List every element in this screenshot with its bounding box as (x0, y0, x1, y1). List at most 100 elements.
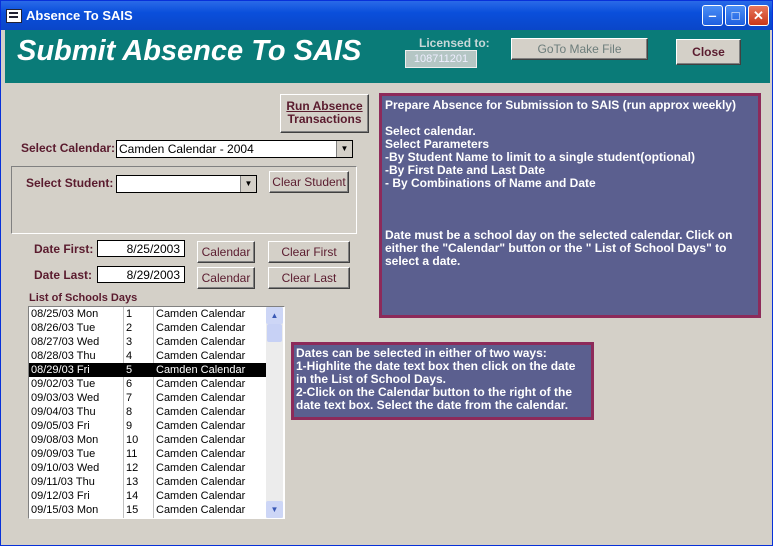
instructions-panel: Prepare Absence for Submission to SAIS (… (379, 93, 761, 318)
school-day-number: 13 (126, 476, 139, 488)
school-day-calendar: Camden Calendar (156, 476, 246, 488)
date-last-field[interactable]: 8/29/2003 (97, 266, 185, 283)
school-day-calendar: Camden Calendar (156, 420, 246, 432)
list-scrollbar[interactable]: ▲ ▼ (266, 307, 283, 518)
student-combo[interactable]: ▼ (116, 175, 257, 193)
list-item[interactable]: 08/25/03 Mon 1 Camden Calendar (29, 307, 267, 321)
list-item[interactable]: 09/09/03 Tue 11 Camden Calendar (29, 447, 267, 461)
list-item[interactable]: 09/15/03 Mon 15 Camden Calendar (29, 503, 267, 517)
list-item[interactable]: 09/03/03 Wed 7 Camden Calendar (29, 391, 267, 405)
clear-first-button[interactable]: Clear First (268, 241, 350, 263)
calendar-combo-value: Camden Calendar - 2004 (119, 142, 254, 156)
school-day-date: 08/28/03 Thu (31, 350, 96, 362)
school-day-number: 15 (126, 504, 139, 516)
school-day-calendar: Camden Calendar (156, 350, 246, 362)
list-item[interactable]: 09/10/03 Wed 12 Camden Calendar (29, 461, 267, 475)
title-bar[interactable]: Absence To SAIS ‒ □ ✕ (1, 1, 772, 30)
school-day-calendar: Camden Calendar (156, 462, 246, 474)
chevron-down-icon[interactable]: ▼ (336, 141, 352, 157)
school-day-number: 12 (126, 462, 139, 474)
form-title: Submit Absence To SAIS (17, 35, 362, 67)
school-day-number: 7 (126, 392, 133, 404)
list-item[interactable]: 08/29/03 Fri 5 Camden Calendar (29, 363, 267, 377)
date-last-calendar-button[interactable]: Calendar (197, 267, 255, 289)
list-item[interactable]: 08/28/03 Thu 4 Camden Calendar (29, 349, 267, 363)
school-day-date: 09/03/03 Wed (31, 392, 100, 404)
date-first-calendar-button[interactable]: Calendar (197, 241, 255, 263)
chevron-down-icon[interactable]: ▼ (240, 176, 256, 192)
school-day-date: 09/10/03 Wed (31, 462, 100, 474)
school-day-date: 09/11/03 Thu (31, 476, 95, 488)
school-day-number: 8 (126, 406, 133, 418)
school-day-number: 4 (126, 350, 133, 362)
school-day-number: 1 (126, 308, 133, 320)
school-day-date: 08/26/03 Tue (31, 322, 96, 334)
school-day-date: 09/08/03 Mon (31, 434, 99, 446)
school-days-list-label: List of Schools Days (29, 292, 138, 304)
instruction-line: select a date. (385, 254, 461, 268)
form-header: Submit Absence To SAIS Licensed to: 1087… (5, 30, 770, 83)
run-button-line2: Transactions (287, 112, 362, 126)
list-item[interactable]: 09/12/03 Fri 14 Camden Calendar (29, 489, 267, 503)
minimize-button[interactable]: ‒ (702, 5, 723, 26)
instruction-line (385, 190, 755, 203)
list-item[interactable]: 09/04/03 Thu 8 Camden Calendar (29, 405, 267, 419)
school-day-number: 14 (126, 490, 139, 502)
school-day-calendar: Camden Calendar (156, 308, 246, 320)
school-day-date: 09/02/03 Tue (31, 378, 96, 390)
licensed-value: 108711201 (405, 50, 477, 68)
list-item[interactable]: 09/11/03 Thu 13 Camden Calendar (29, 475, 267, 489)
clear-last-button[interactable]: Clear Last (268, 267, 350, 289)
school-day-number: 11 (126, 448, 138, 460)
window-close-button[interactable]: ✕ (748, 5, 769, 26)
school-day-calendar: Camden Calendar (156, 406, 246, 418)
school-day-number: 5 (126, 364, 133, 376)
school-day-calendar: Camden Calendar (156, 336, 246, 348)
form-icon[interactable] (6, 9, 22, 23)
school-day-calendar: Camden Calendar (156, 364, 246, 376)
school-day-date: 09/15/03 Mon (31, 504, 99, 516)
instruction-line: - By Combinations of Name and Date (385, 176, 596, 190)
app-window: Absence To SAIS ‒ □ ✕ Submit Absence To … (0, 0, 773, 546)
list-item[interactable]: 08/27/03 Wed 3 Camden Calendar (29, 335, 267, 349)
school-day-number: 9 (126, 420, 133, 432)
school-day-date: 08/27/03 Wed (31, 336, 100, 348)
school-day-calendar: Camden Calendar (156, 490, 246, 502)
list-item[interactable]: 09/02/03 Tue 6 Camden Calendar (29, 377, 267, 391)
instruction-line: Prepare Absence for Submission to SAIS (… (385, 98, 736, 112)
close-button[interactable]: Close (676, 39, 741, 65)
school-day-calendar: Camden Calendar (156, 378, 246, 390)
school-day-calendar: Camden Calendar (156, 392, 246, 404)
scroll-down-icon[interactable]: ▼ (266, 501, 283, 518)
list-item[interactable]: 09/05/03 Fri 9 Camden Calendar (29, 419, 267, 433)
window-title: Absence To SAIS (26, 8, 133, 23)
school-day-date: 09/04/03 Thu (31, 406, 96, 418)
school-day-number: 10 (126, 434, 139, 446)
date-first-field[interactable]: 8/25/2003 (97, 240, 185, 257)
help-line: date text box. Select the date from the … (296, 398, 569, 412)
date-first-label: Date First: (34, 242, 94, 256)
instruction-line (385, 203, 755, 216)
clear-student-button[interactable]: Clear Student (269, 171, 349, 193)
scroll-thumb[interactable] (267, 324, 282, 342)
school-day-number: 6 (126, 378, 133, 390)
list-item[interactable]: 09/08/03 Mon 10 Camden Calendar (29, 433, 267, 447)
school-day-calendar: Camden Calendar (156, 322, 246, 334)
school-day-calendar: Camden Calendar (156, 448, 246, 460)
list-item[interactable]: 08/26/03 Tue 2 Camden Calendar (29, 321, 267, 335)
maximize-button[interactable]: □ (725, 5, 746, 26)
date-last-label: Date Last: (34, 268, 93, 282)
school-day-date: 09/05/03 Fri (31, 420, 90, 432)
select-student-label: Select Student: (26, 176, 114, 190)
goto-make-file-button[interactable]: GoTo Make File (511, 38, 648, 60)
licensed-label: Licensed to: (419, 36, 490, 50)
school-day-date: 08/29/03 Fri (31, 364, 90, 376)
run-absence-transactions-button[interactable]: Run Absence Transactions (280, 94, 369, 133)
calendar-combo[interactable]: Camden Calendar - 2004 ▼ (116, 140, 353, 158)
school-day-date: 09/09/03 Tue (31, 448, 96, 460)
school-days-list[interactable]: 08/25/03 Mon 1 Camden Calendar 08/26/03 Tue… (28, 306, 285, 519)
scroll-up-icon[interactable]: ▲ (266, 307, 283, 324)
school-day-number: 3 (126, 336, 133, 348)
select-calendar-label: Select Calendar: (21, 141, 116, 155)
school-day-date: 08/25/03 Mon (31, 308, 99, 320)
